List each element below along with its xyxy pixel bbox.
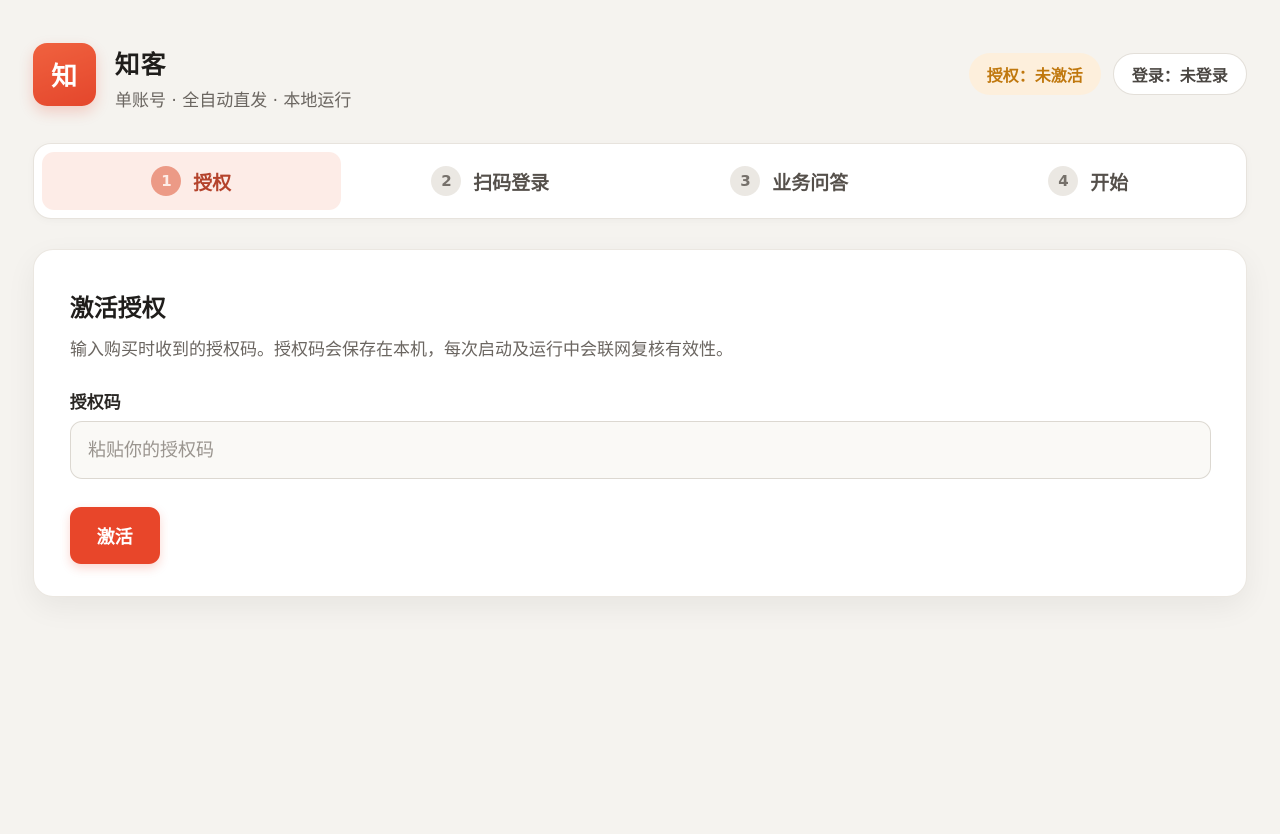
step-label: 扫码登录 bbox=[473, 171, 550, 194]
step-number: 1 bbox=[151, 166, 182, 196]
step-scan-login[interactable]: 2 扫码登录 bbox=[341, 152, 640, 210]
license-code-input[interactable] bbox=[70, 421, 1211, 479]
setup-stepper: 1 授权 2 扫码登录 3 业务问答 4 开始 bbox=[33, 143, 1247, 219]
activation-card: 激活授权 输入购买时收到的授权码。授权码会保存在本机，每次启动及运行中会联网复核… bbox=[33, 249, 1247, 597]
step-number: 4 bbox=[1048, 166, 1079, 196]
app-logo-icon: 知 bbox=[33, 43, 96, 106]
logo-text: 知 bbox=[51, 62, 78, 92]
activate-button[interactable]: 激活 bbox=[70, 507, 160, 564]
auth-status-badge: 授权：未激活 bbox=[968, 53, 1101, 95]
step-authorize[interactable]: 1 授权 bbox=[42, 152, 341, 210]
app-title: 知客 bbox=[115, 50, 168, 79]
app-header: 知 知客 单账号 · 全自动直发 · 本地运行 授权：未激活 登录：未登录 bbox=[33, 43, 1247, 111]
step-label: 开始 bbox=[1090, 171, 1129, 194]
step-business-qa[interactable]: 3 业务问答 bbox=[640, 152, 939, 210]
step-start[interactable]: 4 开始 bbox=[939, 152, 1238, 210]
step-label: 业务问答 bbox=[772, 171, 849, 194]
card-title: 激活授权 bbox=[70, 294, 166, 322]
step-number: 2 bbox=[431, 166, 462, 196]
login-status-badge[interactable]: 登录：未登录 bbox=[1112, 53, 1247, 95]
app-subtitle: 单账号 · 全自动直发 · 本地运行 bbox=[115, 91, 352, 111]
step-label: 授权 bbox=[193, 171, 232, 194]
license-code-label: 授权码 bbox=[70, 393, 121, 413]
card-description: 输入购买时收到的授权码。授权码会保存在本机，每次启动及运行中会联网复核有效性。 bbox=[70, 340, 733, 360]
step-number: 3 bbox=[730, 166, 761, 196]
status-badges: 授权：未激活 登录：未登录 bbox=[968, 53, 1247, 95]
